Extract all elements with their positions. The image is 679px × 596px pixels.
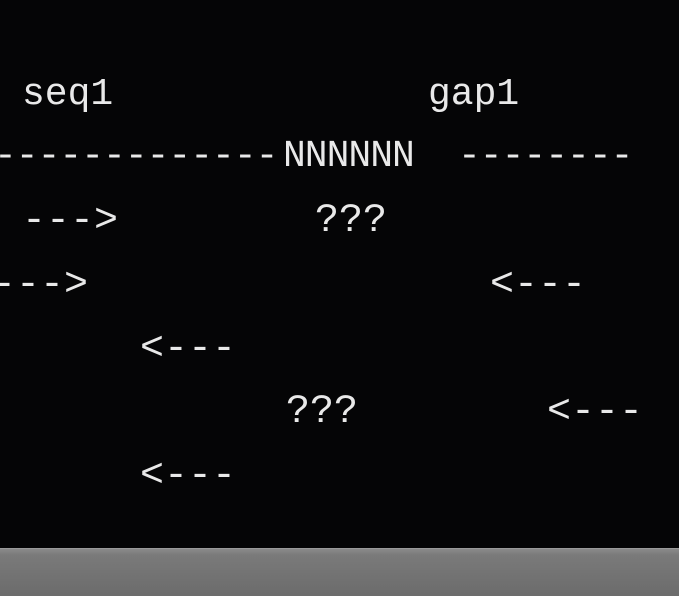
unknown-marker-2: ???	[286, 390, 359, 435]
gap1-label: gap1	[428, 73, 520, 116]
read-reverse-arrow-2: <---	[140, 327, 237, 372]
read-reverse-arrow-3: <---	[547, 390, 644, 435]
sequence-ruler-right: --------	[458, 135, 633, 178]
read-reverse-arrow-1: <---	[490, 263, 587, 308]
seq1-label: seq1	[22, 73, 114, 116]
sequence-ruler-left: -------------	[0, 135, 278, 178]
unknown-marker-1: ???	[315, 199, 388, 244]
read-reverse-arrow-4: <---	[140, 454, 237, 499]
terminal-window: seq1 gap1 ------------- NNNNNN -------- …	[0, 0, 679, 548]
read-forward-arrow-2: --->	[0, 263, 89, 308]
bottom-bar	[0, 548, 679, 596]
gap-n-bases: NNNNNN	[283, 135, 415, 178]
read-forward-arrow-1: --->	[22, 199, 119, 244]
